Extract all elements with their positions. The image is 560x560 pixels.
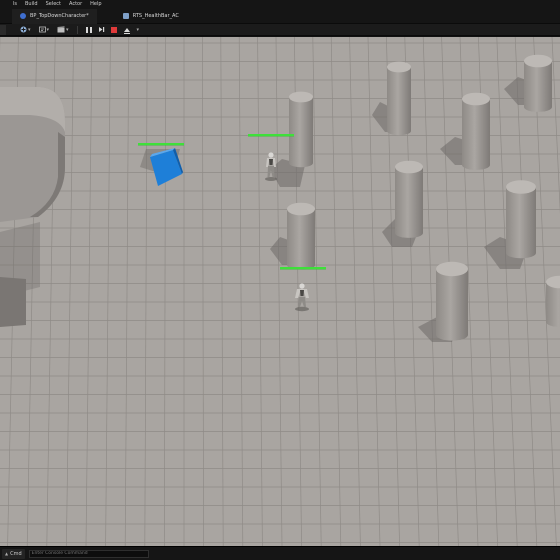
viewport-scene[interactable] [0,37,560,546]
console-command-input[interactable] [28,549,149,558]
cmd-dropdown[interactable]: ▲ Cmd [2,548,25,559]
pillar[interactable] [524,54,552,112]
player-health-fill [248,134,294,137]
cube-health-fill [138,143,184,146]
level-toolbar [0,24,560,36]
save-button[interactable] [0,24,6,35]
enemy-health-bar [280,267,326,270]
stop-button[interactable] [109,25,119,35]
cinematics-button[interactable] [55,25,71,35]
pillar[interactable] [289,91,313,168]
tab-label: RTS_HealthBar_AC [132,13,179,19]
play-options-button[interactable] [134,25,142,35]
blueprint-menu-button[interactable] [37,25,52,35]
tab-label: BP_TopDownCharacter* [30,13,89,19]
cmd-label: Cmd [10,550,22,557]
pillar[interactable] [287,202,315,270]
pillar[interactable] [506,180,536,259]
level-viewport[interactable] [0,37,560,546]
cube-health-bar [138,143,184,146]
stop-icon [110,26,117,33]
pause-icon [85,26,92,33]
document-tab-bar: BP_TopDownCharacter* RTS_HealthBar_AC [0,8,560,24]
clapperboard-icon [57,26,65,33]
pillar[interactable] [462,92,490,170]
add-actor-icon [20,26,27,33]
tab-bp-topdown-character[interactable]: BP_TopDownCharacter* [12,8,97,24]
tab-rts-healthbar-ac[interactable]: RTS_HealthBar_AC [115,9,187,24]
toolbar-separator [76,25,78,34]
chevron-up-icon: ▲ [5,551,9,556]
blueprint-icon [38,26,46,33]
enemy-health-fill [280,267,326,270]
player-health-bar [248,134,294,137]
actor-component-icon [122,13,129,19]
skip-frame-button[interactable] [96,25,107,35]
eject-button[interactable] [122,25,132,35]
pause-button[interactable] [84,25,94,35]
status-bar: ▲ Cmd [0,546,560,560]
pillar[interactable] [387,61,411,136]
add-actor-button[interactable] [18,25,33,35]
low-block[interactable] [0,277,26,327]
pillar[interactable] [395,160,423,238]
pillar[interactable] [546,275,560,327]
pillar[interactable] [436,261,468,341]
frame-skip-icon [98,27,104,32]
eject-icon [123,27,130,34]
character-blueprint-icon [20,13,26,19]
